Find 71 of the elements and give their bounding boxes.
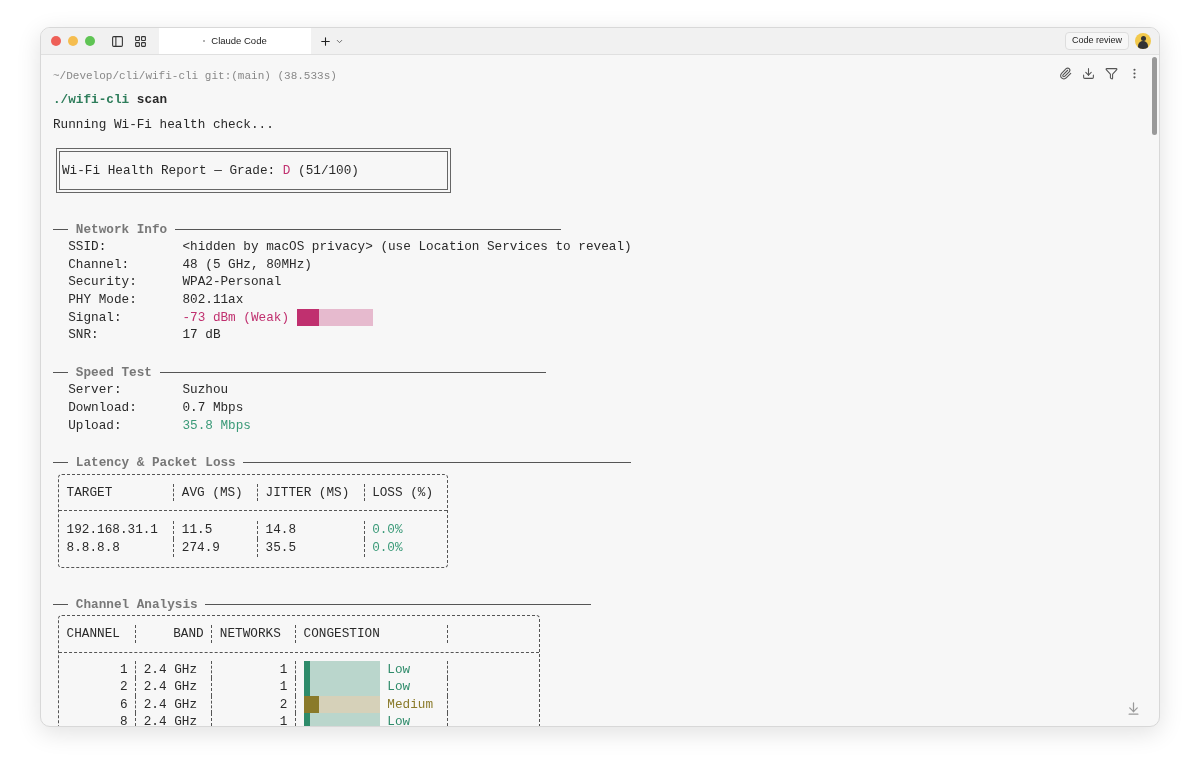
sidebar-icon[interactable] (111, 34, 124, 48)
table-cell: 2 (279, 695, 288, 714)
table-cell: 8.8.8.8 (66, 538, 120, 557)
table-cell: 2.4 GHz (143, 713, 198, 726)
table-cell: 6 (119, 695, 128, 714)
table-cell: 2 (119, 678, 128, 696)
section-title: Speed Test (75, 363, 152, 382)
tab[interactable]: Claude Code (159, 28, 311, 54)
field-value: 35.8 Mbps (182, 416, 251, 435)
status-line: Running Wi-Fi health check... (53, 116, 275, 134)
field-label: Signal: (68, 308, 123, 327)
field-label: PHY Mode: (68, 290, 138, 309)
table-cell: CHANNEL (66, 625, 120, 643)
table-cell: JITTER (MS) (265, 483, 350, 502)
filter-icon[interactable] (1105, 67, 1118, 80)
table-cell: CONGESTION (303, 625, 380, 643)
field-label: Security: (68, 273, 138, 291)
table-cell: 1 (279, 660, 288, 679)
field-label: Download: (68, 398, 138, 417)
field-label: SNR: (68, 326, 100, 344)
field-value: 48 (5 GHz, 80MHz) (182, 255, 312, 274)
table-cell: 11.5 (181, 521, 213, 539)
table-cell: 0.0% (372, 521, 403, 539)
attach-icon[interactable] (1059, 67, 1072, 80)
table-cell: BAND (173, 625, 204, 643)
table-cell: 274.9 (181, 538, 220, 557)
command-argument: scan (136, 92, 168, 107)
table-cell: 8 (119, 713, 128, 726)
field-value: WPA2-Personal (182, 273, 282, 291)
code-review-button[interactable]: Code review (1064, 32, 1129, 50)
prompt-path: ~/Develop/cli/wifi-cli git:(main) (38.533s) (53, 69, 337, 83)
field-label: Server: (68, 381, 123, 399)
download-icon[interactable] (1082, 67, 1095, 80)
table-cell: 2.4 GHz (143, 660, 198, 679)
table-cell: AVG (MS) (181, 483, 243, 502)
table-cell: 1 (119, 660, 128, 679)
field-value: Suzhou (182, 381, 229, 399)
scrollbar-thumb[interactable] (1152, 57, 1157, 135)
table-cell: Low (387, 660, 411, 679)
field-value: -73 dBm (Weak) (182, 308, 289, 327)
section-title: Latency & Packet Loss (75, 454, 236, 472)
field-label: Upload: (68, 416, 123, 435)
table-cell: 2.4 GHz (143, 695, 198, 714)
table-cell: 192.168.31.1 (66, 521, 158, 539)
table-cell: TARGET (66, 483, 113, 502)
new-tab-icon[interactable] (319, 34, 332, 48)
table-cell: Low (387, 678, 411, 696)
section-title: Network Info (75, 220, 168, 239)
table-cell: 1 (279, 678, 288, 696)
scroll-down-icon[interactable] (1126, 701, 1141, 716)
table-cell: 0.0% (372, 538, 403, 557)
table-cell: Low (387, 713, 411, 726)
report-banner: Wi-Fi Health Report — Grade: D (51/100) (56, 147, 451, 193)
table-cell: LOSS (%) (372, 483, 434, 502)
grid-icon[interactable] (134, 34, 147, 48)
field-value: 0.7 Mbps (182, 398, 244, 417)
table-cell: NETWORKS (219, 625, 281, 643)
field-label: SSID: (68, 238, 108, 256)
field-value: <hidden by macOS privacy> (use Location Services to reveal) (182, 238, 632, 256)
table-cell: 1 (279, 713, 288, 726)
avatar[interactable] (1135, 33, 1151, 49)
table-cell: 14.8 (265, 521, 297, 539)
command: ./wifi-cli (53, 92, 130, 107)
section-title: Channel Analysis (75, 595, 198, 614)
field-value: 17 dB (182, 326, 221, 344)
table-cell: 2.4 GHz (143, 678, 198, 696)
table-cell: 35.5 (265, 538, 297, 557)
table-cell: Medium (387, 695, 434, 714)
field-label: Channel: (68, 255, 131, 274)
close-button[interactable] (51, 36, 61, 46)
field-value: 802.11ax (182, 290, 244, 309)
